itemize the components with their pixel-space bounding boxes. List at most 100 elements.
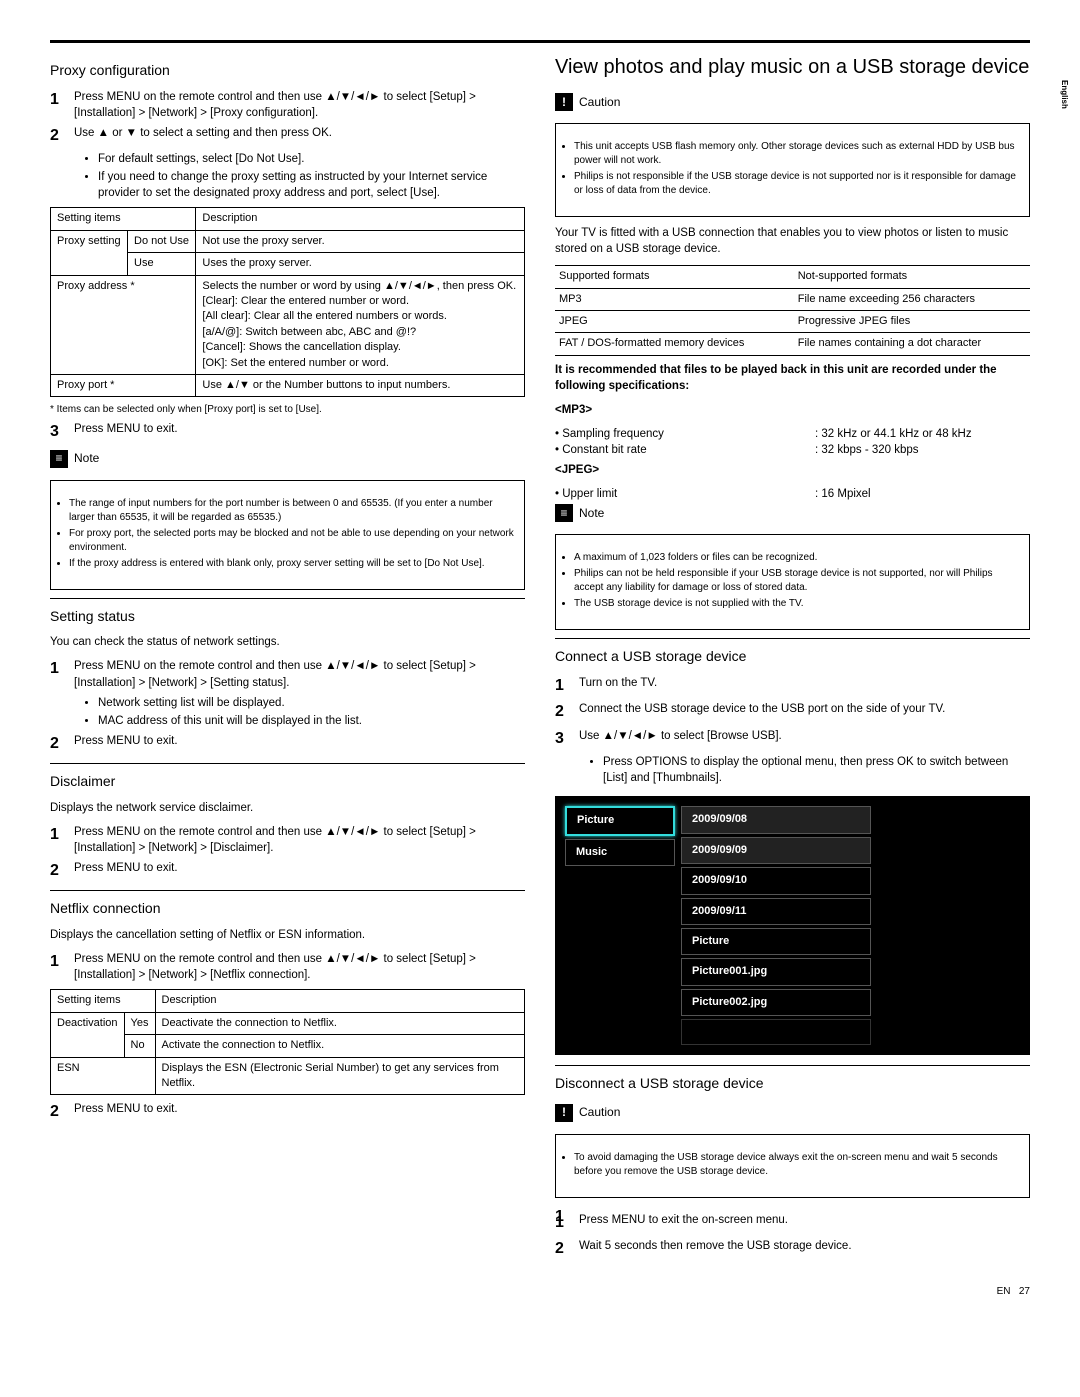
- caution-item: To avoid damaging the USB storage device…: [574, 1151, 1021, 1179]
- spec-val: : 32 kbps - 320 kbps: [815, 442, 1030, 458]
- step-num: 2: [50, 125, 74, 147]
- language-tab: English: [1059, 80, 1070, 109]
- note-item: If the proxy address is entered with bla…: [69, 557, 516, 571]
- proxy-note-box: The range of input numbers for the port …: [50, 480, 525, 590]
- step-num: 1: [50, 951, 74, 983]
- caution-item: Philips is not responsible if the USB st…: [574, 170, 1021, 198]
- caution-title: Caution: [579, 94, 620, 111]
- cell: FAT / DOS-formatted memory devices: [555, 333, 794, 355]
- tv-list-item: 2009/09/08: [681, 806, 871, 833]
- th-items: Setting items: [51, 208, 196, 230]
- status-b1: Network setting list will be displayed.: [98, 695, 525, 711]
- proxy-bullet2: If you need to change the proxy setting …: [98, 169, 525, 201]
- disclaimer-title: Disclaimer: [50, 772, 525, 792]
- note-item: The range of input numbers for the port …: [69, 497, 516, 525]
- netflix-intro: Displays the cancellation setting of Net…: [50, 927, 525, 943]
- tv-picture-tab: Picture: [565, 806, 675, 835]
- connect-usb-title: Connect a USB storage device: [555, 647, 1030, 667]
- cell: Use: [128, 253, 196, 275]
- note-icon: ≡: [50, 450, 68, 468]
- tv-list-item-empty: [681, 1019, 871, 1045]
- status-step2: Press MENU to exit.: [74, 733, 525, 755]
- usb-rec: It is recommended that files to be playe…: [555, 362, 1030, 394]
- proxy-step1: Press MENU on the remote control and the…: [74, 89, 525, 121]
- footer-page: 27: [1019, 1286, 1030, 1297]
- step-num: 2: [555, 1238, 579, 1260]
- caution-item: This unit accepts USB flash memory only.…: [574, 140, 1021, 168]
- tv-list-item: Picture002.jpg: [681, 989, 871, 1016]
- netflix-step2: Press MENU to exit.: [74, 1101, 525, 1123]
- proxy-footnote: * Items can be selected only when [Proxy…: [50, 403, 525, 417]
- fh1: Supported formats: [555, 266, 794, 288]
- mp3-head: <MP3>: [555, 402, 1030, 418]
- th: Description: [155, 990, 525, 1012]
- left-column: Proxy configuration 1Press MENU on the r…: [50, 53, 525, 1265]
- cell: File name exceeding 256 characters: [794, 288, 1030, 310]
- disc-step1: Press MENU on the remote control and the…: [74, 824, 525, 856]
- caution-title: Caution: [579, 1104, 620, 1121]
- cell: MP3: [555, 288, 794, 310]
- status-b2: MAC address of this unit will be display…: [98, 713, 525, 729]
- proxy-bullet1: For default settings, select [Do Not Use…: [98, 151, 525, 167]
- disconnect-usb-title: Disconnect a USB storage device: [555, 1074, 1030, 1094]
- cell: No: [124, 1035, 155, 1057]
- caution-header: ! Caution: [555, 91, 1030, 115]
- connect-b1: Press OPTIONS to display the optional me…: [603, 754, 1030, 786]
- caution-header: ! Caution: [555, 1102, 1030, 1126]
- netflix-table: Setting itemsDescription DeactivationYes…: [50, 989, 525, 1095]
- step-num: 2: [555, 701, 579, 723]
- step-num: 1: [555, 675, 579, 697]
- th: Setting items: [51, 990, 156, 1012]
- tv-list-item: Picture: [681, 928, 871, 955]
- proxy-step2: Use ▲ or ▼ to select a setting and then …: [74, 125, 525, 147]
- page-rule: [50, 40, 1030, 43]
- step-num: 2: [50, 733, 74, 755]
- proxy-settings-table: Setting itemsDescription Proxy settingDo…: [50, 207, 525, 397]
- usb-caution-box: This unit accepts USB flash memory only.…: [555, 123, 1030, 217]
- tv-list-item: Picture001.jpg: [681, 958, 871, 985]
- disclaimer-intro: Displays the network service disclaimer.: [50, 800, 525, 816]
- note-item: Philips can not be held responsible if y…: [574, 567, 1021, 595]
- cell: Progressive JPEG files: [794, 310, 1030, 332]
- step-num: 2: [50, 860, 74, 882]
- note-title: Note: [74, 450, 99, 467]
- note-header: ≡ Note: [50, 448, 525, 472]
- usb-note-box: A maximum of 1,023 folders or files can …: [555, 534, 1030, 630]
- tv-browse-screenshot: Picture Music 2009/09/08 2009/09/09 2009…: [555, 796, 1030, 1055]
- cell: Do not Use: [128, 230, 196, 252]
- connect-step3: Use ▲/▼/◄/► to select [Browse USB].: [579, 728, 1030, 750]
- cell: Proxy address *: [51, 275, 196, 374]
- netflix-step1: Press MENU on the remote control and the…: [74, 951, 525, 983]
- spec-label: • Sampling frequency: [555, 426, 815, 442]
- formats-table: Supported formatsNot-supported formats M…: [555, 265, 1030, 356]
- tv-list-item: 2009/09/10: [681, 867, 871, 894]
- note-item: The USB storage device is not supplied w…: [574, 597, 1021, 611]
- tv-music-tab: Music: [565, 839, 675, 866]
- caution-icon: !: [555, 1104, 573, 1122]
- step-num: 1: [50, 658, 74, 690]
- status-intro: You can check the status of network sett…: [50, 634, 525, 650]
- cell: Deactivation: [51, 1012, 125, 1057]
- cell: Use ▲/▼ or the Number buttons to input n…: [196, 374, 525, 396]
- cell: Deactivate the connection to Netflix.: [155, 1012, 525, 1034]
- th-desc: Description: [196, 208, 525, 230]
- page-content: Proxy configuration 1Press MENU on the r…: [50, 53, 1030, 1265]
- tv-list-item: 2009/09/09: [681, 837, 871, 864]
- jpeg-head: <JPEG>: [555, 462, 1030, 478]
- note-title: Note: [579, 505, 604, 522]
- usb-title: View photos and play music on a USB stor…: [555, 53, 1030, 81]
- note-item: For proxy port, the selected ports may b…: [69, 527, 516, 555]
- cell: Activate the connection to Netflix.: [155, 1035, 525, 1057]
- cell: Not use the proxy server.: [196, 230, 525, 252]
- setting-status-title: Setting status: [50, 607, 525, 627]
- right-column: View photos and play music on a USB stor…: [555, 53, 1030, 1265]
- fh2: Not-supported formats: [794, 266, 1030, 288]
- note-item: A maximum of 1,023 folders or files can …: [574, 551, 1021, 565]
- step-num: 1: [50, 824, 74, 856]
- cell: Proxy port *: [51, 374, 196, 396]
- cell: Selects the number or word by using ▲/▼/…: [196, 275, 525, 374]
- spec-val: : 16 Mpixel: [815, 486, 1030, 502]
- proxy-step3: Press MENU to exit.: [74, 421, 525, 443]
- caution-icon: !: [555, 93, 573, 111]
- disc-step2: Press MENU to exit.: [74, 860, 525, 882]
